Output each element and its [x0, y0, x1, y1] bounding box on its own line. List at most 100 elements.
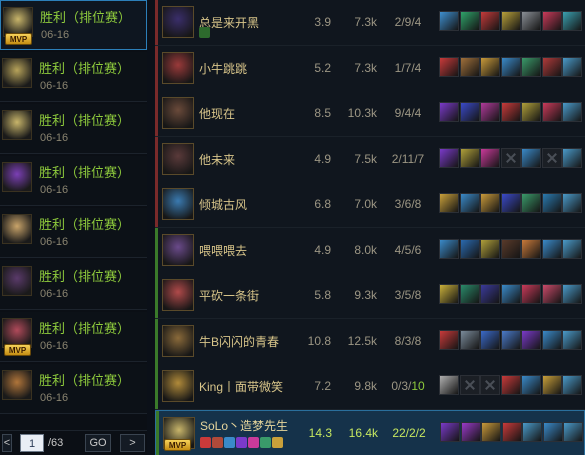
item-icon[interactable] — [439, 102, 459, 122]
item-icon[interactable] — [521, 238, 541, 259]
player-name[interactable]: SoLo丶造梦先生 — [200, 417, 288, 434]
item-icon[interactable] — [459, 11, 480, 31]
item-icon[interactable] — [439, 11, 459, 31]
item-icon[interactable] — [439, 147, 459, 168]
empty-item-slot[interactable] — [500, 147, 521, 168]
item-icon[interactable] — [439, 238, 459, 259]
item-icon[interactable] — [521, 102, 541, 122]
player-row[interactable]: 喂喂喂去 4.9 8.0k 4/5/6 — [155, 227, 585, 274]
item-icon[interactable] — [522, 421, 542, 442]
player-name[interactable]: 他现在 — [199, 105, 235, 122]
match-item[interactable]: 胜利（排位赛） 06-16 MVP — [0, 0, 147, 50]
item-icon[interactable] — [521, 375, 541, 395]
player-row[interactable]: 牛B闪闪的青春 10.8 12.5k 8/3/8 — [155, 318, 585, 365]
item-icon[interactable] — [521, 56, 541, 77]
item-icon[interactable] — [562, 238, 582, 259]
item-icon[interactable] — [541, 238, 562, 259]
player-row[interactable]: King丨面带微笑 7.2 9.8k 0/3/10 — [155, 364, 585, 410]
item-icon[interactable] — [480, 329, 500, 350]
item-icon[interactable] — [500, 375, 521, 395]
item-icon[interactable] — [480, 147, 500, 168]
item-icon[interactable] — [459, 238, 480, 259]
player-name[interactable]: 牛B闪闪的青春 — [199, 333, 279, 350]
player-row[interactable]: 倾城古风 6.8 7.0k 3/6/8 — [155, 182, 585, 228]
item-icon[interactable] — [521, 11, 541, 31]
player-row[interactable]: 总是来开黑 3.9 7.3k 2/9/4 — [155, 0, 585, 46]
item-icon[interactable] — [459, 147, 480, 168]
player-name[interactable]: 小牛跳跳 — [199, 60, 247, 77]
item-icon[interactable] — [439, 56, 459, 77]
item-icon[interactable] — [501, 421, 522, 442]
item-icon[interactable] — [541, 284, 562, 304]
item-icon[interactable] — [500, 329, 521, 350]
item-icon[interactable] — [480, 238, 500, 259]
item-icon[interactable] — [459, 329, 480, 350]
item-icon[interactable] — [541, 102, 562, 122]
match-item[interactable]: 胜利（排位赛） 06-16 — [0, 364, 147, 414]
item-icon[interactable] — [439, 329, 459, 350]
item-icon[interactable] — [562, 284, 582, 304]
item-icon[interactable] — [480, 11, 500, 31]
item-icon[interactable] — [562, 11, 582, 31]
page-number-input[interactable]: 1 — [20, 434, 44, 452]
item-icon[interactable] — [562, 193, 582, 213]
prev-page-button[interactable]: < — [2, 434, 12, 452]
player-name[interactable]: 平砍一条街 — [199, 287, 259, 304]
match-item[interactable]: 胜利（排位赛） 06-16 — [0, 52, 147, 102]
item-icon[interactable] — [541, 11, 562, 31]
item-icon[interactable] — [480, 56, 500, 77]
item-icon[interactable] — [480, 102, 500, 122]
match-item[interactable]: 胜利（排位赛） 06-16 — [0, 260, 147, 310]
item-icon[interactable] — [541, 56, 562, 77]
item-icon[interactable] — [521, 284, 541, 304]
item-icon[interactable] — [521, 193, 541, 213]
empty-item-slot[interactable] — [459, 375, 480, 395]
item-icon[interactable] — [459, 102, 480, 122]
player-row[interactable]: 小牛跳跳 5.2 7.3k 1/7/4 — [155, 45, 585, 92]
match-item[interactable]: 胜利（排位赛） 06-16 — [0, 104, 147, 154]
item-icon[interactable] — [439, 375, 459, 395]
match-item[interactable]: 胜利（排位赛） 06-16 MVP — [0, 312, 147, 362]
item-icon[interactable] — [500, 284, 521, 304]
item-icon[interactable] — [562, 147, 582, 168]
item-icon[interactable] — [500, 11, 521, 31]
item-icon[interactable] — [541, 329, 562, 350]
empty-item-slot[interactable] — [480, 375, 500, 395]
item-icon[interactable] — [500, 238, 521, 259]
item-icon[interactable] — [480, 193, 500, 213]
item-icon[interactable] — [440, 421, 460, 442]
player-name[interactable]: 喂喂喂去 — [199, 242, 247, 259]
item-icon[interactable] — [459, 193, 480, 213]
item-icon[interactable] — [562, 56, 582, 77]
item-icon[interactable] — [500, 56, 521, 77]
player-row[interactable]: 他现在 8.5 10.3k 9/4/4 — [155, 91, 585, 137]
player-row[interactable]: 平砍一条街 5.8 9.3k 3/5/8 — [155, 273, 585, 319]
item-icon[interactable] — [521, 329, 541, 350]
go-button[interactable]: GO — [85, 434, 111, 452]
item-icon[interactable] — [541, 193, 562, 213]
item-icon[interactable] — [541, 375, 562, 395]
player-name[interactable]: King丨面带微笑 — [199, 378, 283, 395]
item-icon[interactable] — [459, 284, 480, 304]
item-icon[interactable] — [562, 375, 582, 395]
item-icon[interactable] — [500, 102, 521, 122]
item-icon[interactable] — [480, 284, 500, 304]
player-row[interactable]: 他未来 4.9 7.5k 2/11/7 — [155, 136, 585, 183]
item-icon[interactable] — [460, 421, 481, 442]
player-name[interactable]: 倾城古风 — [199, 196, 247, 213]
player-name[interactable]: 他未来 — [199, 151, 235, 168]
item-icon[interactable] — [521, 147, 541, 168]
next-page-button[interactable]: > — [120, 434, 145, 452]
item-icon[interactable] — [439, 193, 459, 213]
player-row-self[interactable]: MVP SoLo丶造梦先生 14.3 16.4k 22/2/2 — [155, 409, 585, 455]
empty-item-slot[interactable] — [541, 147, 562, 168]
item-icon[interactable] — [500, 193, 521, 213]
item-icon[interactable] — [459, 56, 480, 77]
item-icon[interactable] — [562, 102, 582, 122]
item-icon[interactable] — [439, 284, 459, 304]
item-icon[interactable] — [542, 421, 563, 442]
item-icon[interactable] — [562, 329, 582, 350]
match-item[interactable]: 胜利（排位赛） 06-16 — [0, 208, 147, 258]
match-item[interactable]: 胜利（排位赛） 06-16 — [0, 156, 147, 206]
item-icon[interactable] — [563, 421, 583, 442]
